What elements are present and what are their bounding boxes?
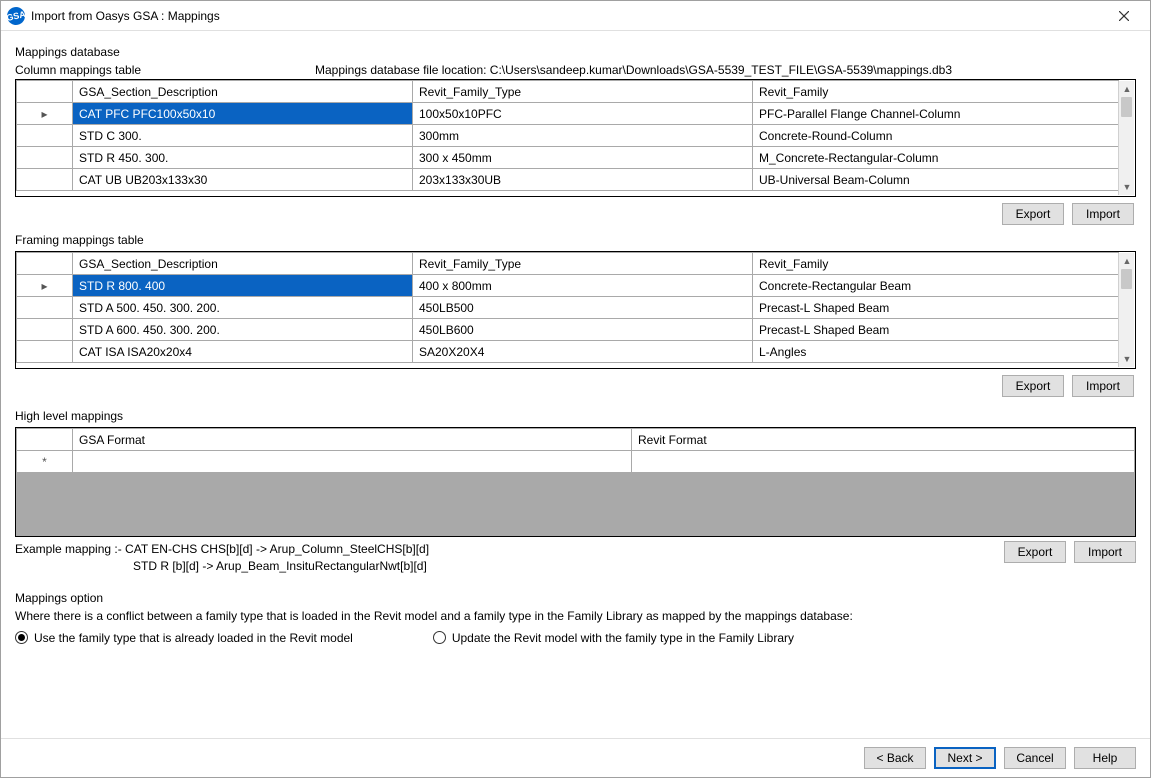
scroll-thumb[interactable]: [1121, 97, 1132, 117]
file-location-value: C:\Users\sandeep.kumar\Downloads\GSA-553…: [490, 63, 952, 77]
framing-export-button[interactable]: Export: [1002, 375, 1064, 397]
new-row-marker: *: [17, 451, 73, 473]
col-header-revit-format[interactable]: Revit Format: [632, 429, 1135, 451]
next-button[interactable]: Next >: [934, 747, 996, 769]
columns-grid[interactable]: GSA_Section_Description Revit_Family_Typ…: [15, 79, 1136, 197]
db-info-row: Column mappings table Mappings database …: [15, 63, 1136, 77]
framing-grid-header: GSA_Section_Description Revit_Family_Typ…: [17, 253, 1119, 275]
back-button[interactable]: < Back: [864, 747, 926, 769]
scroll-thumb[interactable]: [1121, 269, 1132, 289]
row-indicator-icon: ▸: [17, 275, 73, 297]
high-level-header: GSA Format Revit Format: [17, 429, 1135, 451]
radio-icon: [433, 631, 446, 644]
col-header-type[interactable]: Revit_Family_Type: [413, 253, 753, 275]
table-row[interactable]: STD A 600. 450. 300. 200. 450LB600 Preca…: [17, 319, 1119, 341]
table-row[interactable]: CAT UB UB203x133x30 203x133x30UB UB-Univ…: [17, 169, 1119, 191]
scroll-down-icon[interactable]: ▼: [1119, 179, 1135, 195]
app-icon: GSA: [5, 5, 26, 26]
columns-scrollbar[interactable]: ▲ ▼: [1118, 81, 1134, 195]
mappings-option-heading: Mappings option: [15, 591, 1136, 605]
db-file-location: Mappings database file location: C:\User…: [315, 63, 1136, 77]
mappings-db-heading: Mappings database: [15, 45, 1136, 59]
mappings-option-section: Mappings option Where there is a conflic…: [15, 585, 1136, 645]
radio-use-loaded[interactable]: Use the family type that is already load…: [15, 631, 353, 645]
col-header-gsa[interactable]: GSA_Section_Description: [73, 253, 413, 275]
framing-mappings-label: Framing mappings table: [15, 233, 1136, 247]
cancel-button[interactable]: Cancel: [1004, 747, 1066, 769]
col-header-type[interactable]: Revit_Family_Type: [413, 81, 753, 103]
table-row[interactable]: ▸ STD R 800. 400 400 x 800mm Concrete-Re…: [17, 275, 1119, 297]
table-row-new[interactable]: *: [17, 451, 1135, 473]
radio-icon: [15, 631, 28, 644]
col-header-gsa-format[interactable]: GSA Format: [73, 429, 632, 451]
table-row[interactable]: STD A 500. 450. 300. 200. 450LB500 Preca…: [17, 297, 1119, 319]
file-location-label: Mappings database file location:: [315, 63, 486, 77]
window-title: Import from Oasys GSA : Mappings: [31, 9, 1104, 23]
col-header-family[interactable]: Revit_Family: [753, 81, 1119, 103]
framing-grid[interactable]: GSA_Section_Description Revit_Family_Typ…: [15, 251, 1136, 369]
dialog-footer: < Back Next > Cancel Help: [1, 738, 1150, 777]
titlebar: GSA Import from Oasys GSA : Mappings: [1, 1, 1150, 31]
column-mappings-label: Column mappings table: [15, 63, 315, 77]
table-row[interactable]: ▸ CAT PFC PFC100x50x10 100x50x10PFC PFC-…: [17, 103, 1119, 125]
framing-import-button[interactable]: Import: [1072, 375, 1134, 397]
high-export-button[interactable]: Export: [1004, 541, 1066, 563]
close-button[interactable]: [1104, 2, 1144, 30]
table-row[interactable]: STD R 450. 300. 300 x 450mm M_Concrete-R…: [17, 147, 1119, 169]
col-header-gsa[interactable]: GSA_Section_Description: [73, 81, 413, 103]
high-level-grid[interactable]: GSA Format Revit Format *: [15, 427, 1136, 537]
close-icon: [1119, 11, 1129, 21]
scroll-up-icon[interactable]: ▲: [1119, 253, 1135, 269]
dialog-window: GSA Import from Oasys GSA : Mappings Map…: [0, 0, 1151, 778]
help-button[interactable]: Help: [1074, 747, 1136, 769]
row-indicator-icon: ▸: [17, 103, 73, 125]
table-row[interactable]: CAT ISA ISA20x20x4 SA20X20X4 L-Angles: [17, 341, 1119, 363]
high-import-button[interactable]: Import: [1074, 541, 1136, 563]
radio-update-model[interactable]: Update the Revit model with the family t…: [433, 631, 794, 645]
col-header-family[interactable]: Revit_Family: [753, 253, 1119, 275]
framing-scrollbar[interactable]: ▲ ▼: [1118, 253, 1134, 367]
scroll-up-icon[interactable]: ▲: [1119, 81, 1135, 97]
mappings-option-description: Where there is a conflict between a fami…: [15, 609, 1136, 623]
columns-export-button[interactable]: Export: [1002, 203, 1064, 225]
scroll-down-icon[interactable]: ▼: [1119, 351, 1135, 367]
example-mapping-text: Example mapping :- CAT EN-CHS CHS[b][d] …: [15, 541, 1004, 575]
table-row[interactable]: STD C 300. 300mm Concrete-Round-Column: [17, 125, 1119, 147]
columns-grid-header: GSA_Section_Description Revit_Family_Typ…: [17, 81, 1119, 103]
dialog-content: Mappings database Column mappings table …: [1, 31, 1150, 738]
columns-import-button[interactable]: Import: [1072, 203, 1134, 225]
high-level-label: High level mappings: [15, 409, 1136, 423]
